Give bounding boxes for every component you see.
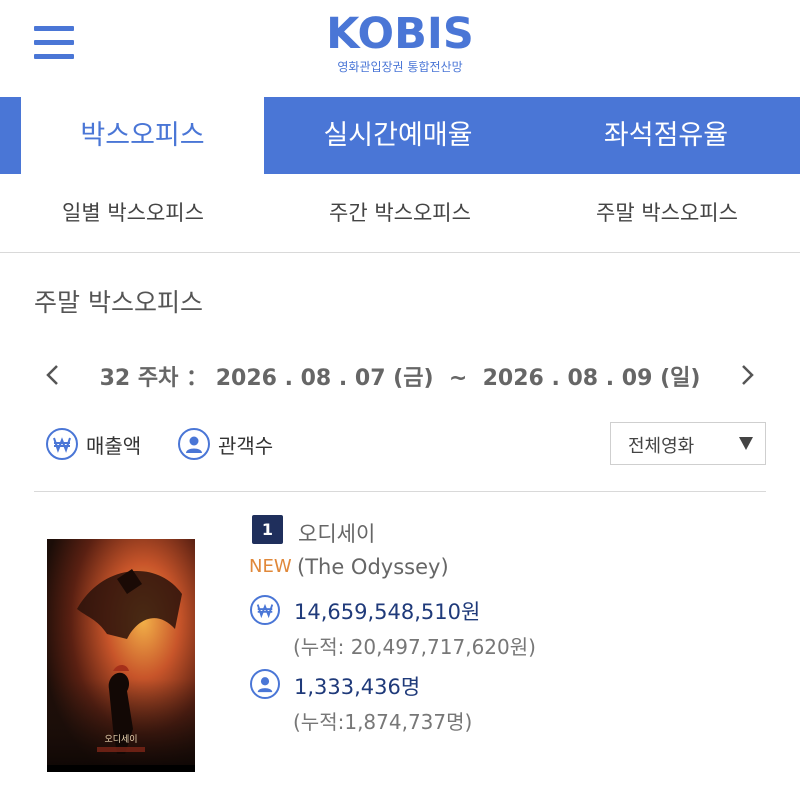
- subtab-weekly-box-office[interactable]: 주간 박스오피스: [266, 174, 534, 252]
- main-tab-bar: 박스오피스 실시간예매율 좌석점유율: [0, 97, 800, 174]
- movie-type-select-value: 전체영화: [628, 436, 695, 457]
- week-navigator: 32 주차 ： 2026 . 08 . 07 (금) ~ 2026 . 08 .…: [0, 354, 800, 398]
- poster-title-text: 오디세이: [104, 734, 137, 745]
- sales-filter-label: 매출액: [86, 433, 142, 458]
- subtab-weekend-box-office[interactable]: 주말 박스오피스: [534, 174, 800, 252]
- person-icon: [250, 669, 280, 699]
- app-header: KOBIS 영화관입장권 통합전산망: [0, 0, 800, 97]
- movie-title[interactable]: 오디세이: [298, 518, 375, 548]
- logo-subtitle: 영화관입장권 통합전산망: [337, 60, 463, 74]
- section-title: 주말 박스오피스: [34, 288, 203, 317]
- tab-box-office[interactable]: 박스오피스: [21, 97, 264, 174]
- week-number: 32 주차: [99, 366, 179, 391]
- hamburger-menu-icon[interactable]: [34, 26, 74, 60]
- caret-down-icon: [739, 437, 753, 450]
- audience-filter[interactable]: 관객수: [178, 426, 273, 462]
- movie-type-select[interactable]: 전체영화: [610, 422, 766, 465]
- week-separator: ：: [186, 366, 209, 391]
- new-badge: NEW: [249, 556, 292, 577]
- tab-seat-occupancy[interactable]: 좌석점유율: [532, 97, 800, 174]
- won-icon: [250, 595, 280, 625]
- date-range: 2026 . 08 . 07 (금) ~ 2026 . 08 . 09 (일): [215, 366, 701, 391]
- filter-bar: 매출액 관객수 전체영화: [0, 422, 800, 468]
- week-range: 32 주차 ： 2026 . 08 . 07 (금) ~ 2026 . 08 .…: [0, 360, 800, 392]
- tab-realtime-reservation[interactable]: 실시간예매율: [264, 97, 532, 174]
- movie-title-english: (The Odyssey): [297, 555, 449, 579]
- sales-value: 14,659,548,510원: [294, 600, 481, 624]
- sales-cumulative: (누적: 20,497,717,620원): [293, 635, 536, 659]
- chevron-right-icon[interactable]: [732, 360, 762, 390]
- sales-filter[interactable]: 매출액: [46, 426, 141, 462]
- rank-badge: 1: [252, 515, 283, 544]
- kobis-logo[interactable]: KOBIS 영화관입장권 통합전산망: [300, 8, 500, 74]
- logo-text: KOBIS: [326, 9, 474, 59]
- audience-filter-label: 관객수: [218, 433, 274, 458]
- won-icon: [46, 428, 78, 460]
- audience-cumulative: (누적:1,874,737명): [293, 710, 473, 734]
- person-icon: [178, 428, 210, 460]
- subtab-daily-box-office[interactable]: 일별 박스오피스: [0, 174, 266, 252]
- audience-value: 1,333,436명: [294, 675, 421, 699]
- sub-tab-bar: 일별 박스오피스 주간 박스오피스 주말 박스오피스: [0, 174, 800, 253]
- movie-poster[interactable]: 오디세이: [47, 539, 195, 772]
- movie-list-item: 오디세이 1 오디세이 NEW (The Odyssey) 14,659,548…: [0, 492, 800, 808]
